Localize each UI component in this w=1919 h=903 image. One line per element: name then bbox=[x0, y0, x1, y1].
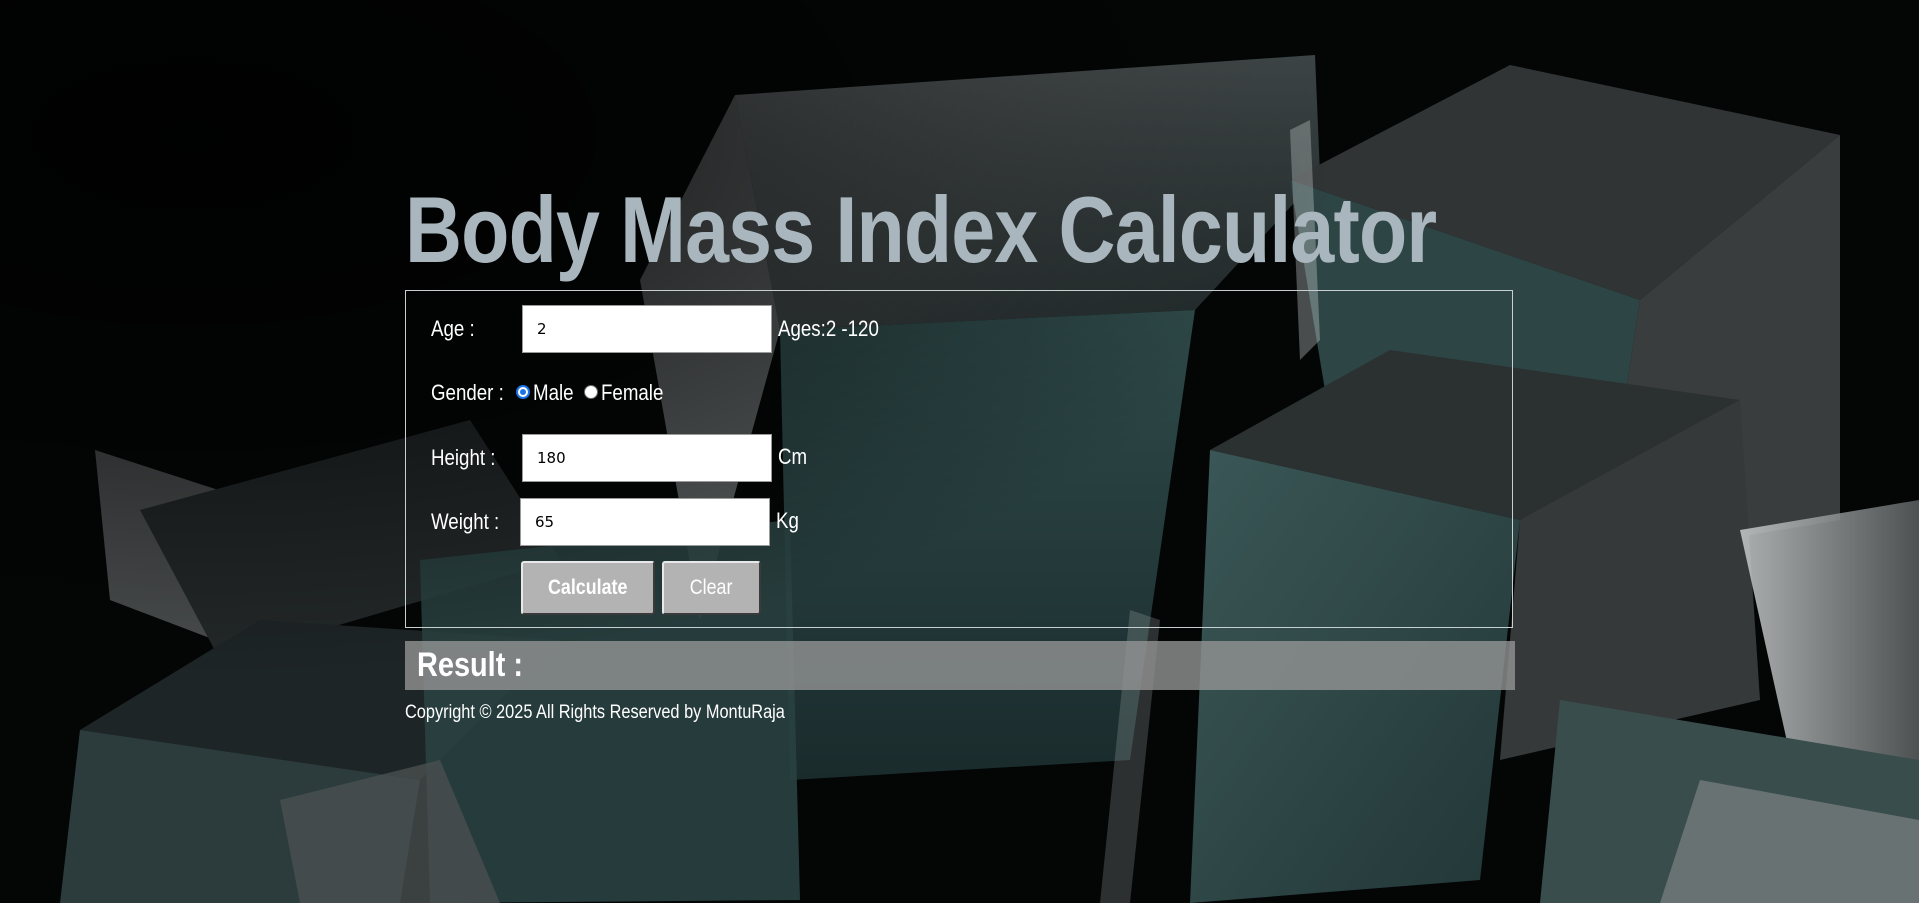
calculate-button[interactable]: Calculate bbox=[521, 561, 655, 615]
weight-row: Weight : bbox=[431, 497, 511, 547]
bmi-form: Age : Ages:2 -120 Gender : Male Female H… bbox=[405, 290, 1513, 628]
calculate-button-label: Calculate bbox=[548, 576, 628, 599]
result-label: Result : bbox=[417, 646, 523, 684]
clear-button[interactable]: Clear bbox=[662, 561, 761, 615]
page-title: Body Mass Index Calculator bbox=[405, 177, 1437, 282]
male-radio[interactable] bbox=[515, 385, 530, 399]
bmi-calculator: Body Mass Index Calculator Age : Ages:2 … bbox=[405, 170, 1515, 724]
age-hint: Ages:2 -120 bbox=[778, 316, 879, 341]
height-unit: Cm bbox=[778, 444, 808, 469]
weight-label: Weight : bbox=[431, 509, 500, 534]
height-label: Height : bbox=[431, 445, 496, 470]
age-label: Age : bbox=[431, 316, 475, 341]
age-input[interactable] bbox=[522, 305, 772, 353]
gender-row: Gender : Male Female bbox=[431, 368, 667, 418]
gender-label: Gender : bbox=[431, 380, 504, 405]
result-bar: Result : bbox=[405, 641, 1515, 690]
female-label[interactable]: Female bbox=[601, 380, 663, 406]
age-row: Age : bbox=[431, 304, 482, 354]
weight-unit: Kg bbox=[776, 508, 799, 533]
height-row: Height : bbox=[431, 433, 507, 483]
male-label[interactable]: Male bbox=[533, 380, 574, 406]
weight-input[interactable] bbox=[520, 498, 770, 546]
female-radio[interactable] bbox=[584, 385, 599, 399]
clear-button-label: Clear bbox=[690, 576, 733, 599]
copyright-text: Copyright © 2025 All Rights Reserved by … bbox=[405, 702, 785, 723]
height-input[interactable] bbox=[522, 434, 772, 482]
